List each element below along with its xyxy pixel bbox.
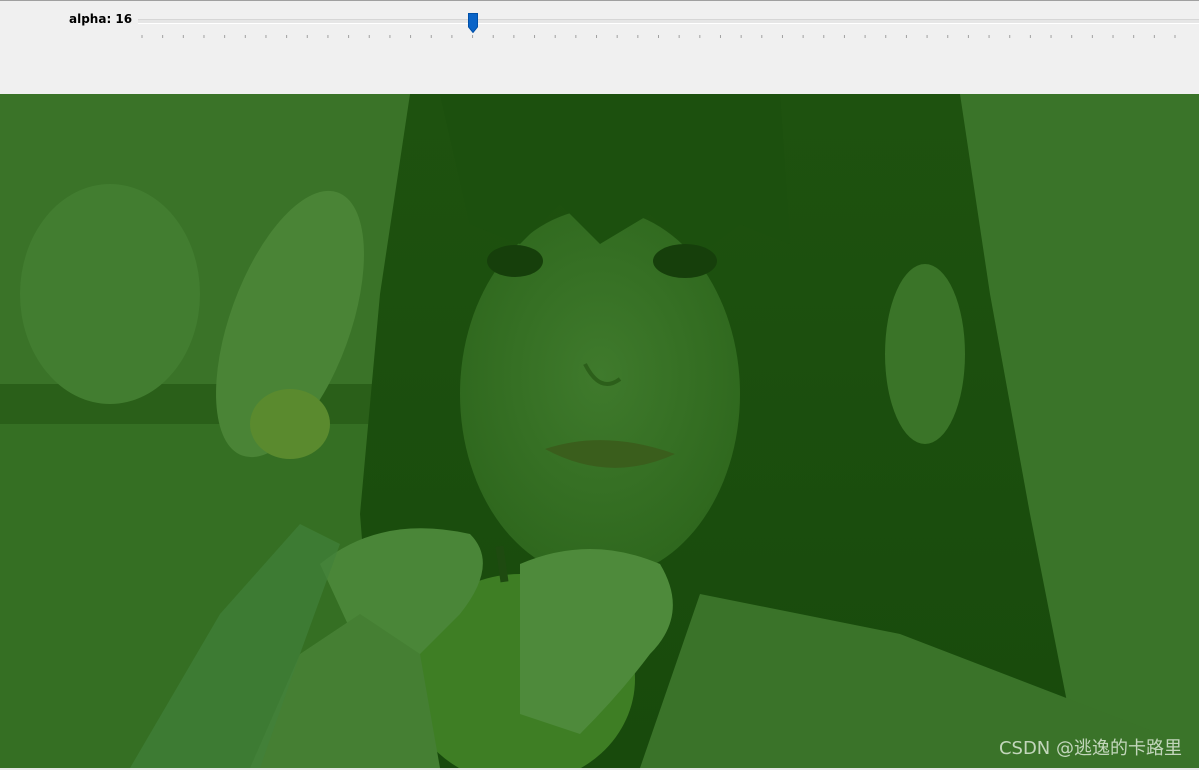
alpha-label: alpha: 16 [69, 12, 133, 26]
alpha-slider[interactable] [138, 9, 1199, 43]
image-display: CSDN @逃逸的卡路里 [0, 94, 1199, 768]
slider-ticks [141, 35, 1176, 38]
control-panel: alpha: 16 [0, 0, 1199, 94]
slider-track[interactable] [138, 19, 1199, 24]
photo-canvas [0, 94, 1199, 768]
watermark-text: CSDN @逃逸的卡路里 [998, 738, 1182, 759]
slider-thumb[interactable] [467, 13, 478, 33]
